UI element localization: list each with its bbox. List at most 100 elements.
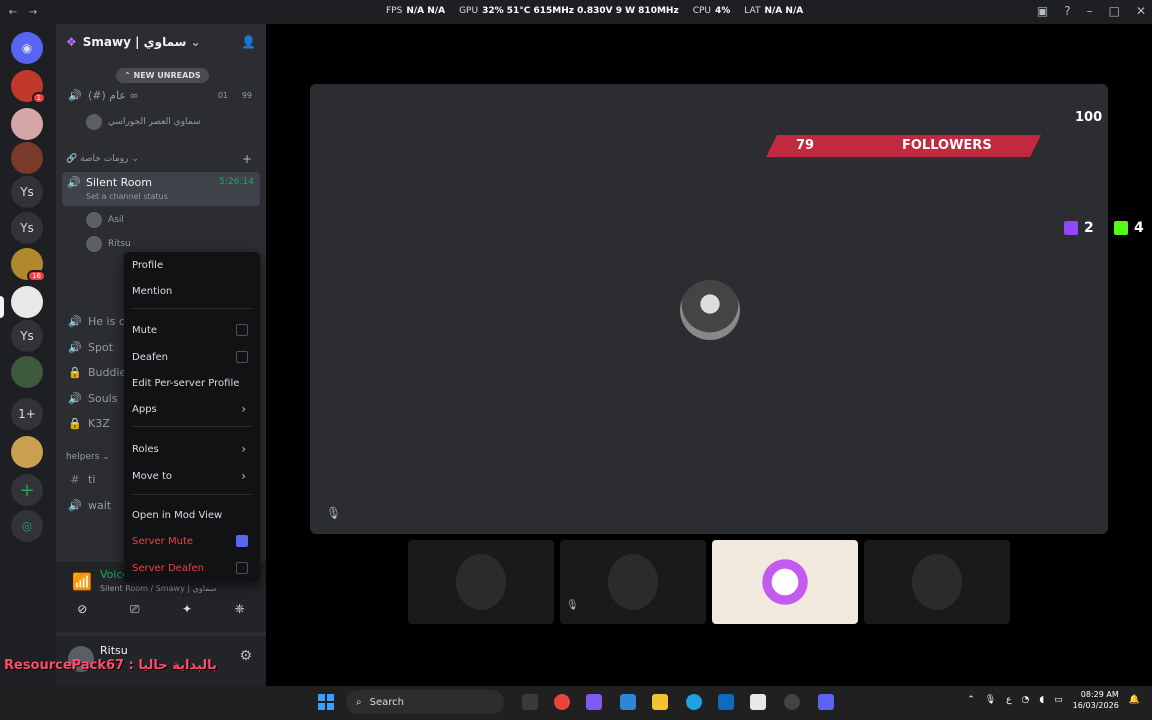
microphone-icon[interactable]: 🎙 (985, 695, 996, 705)
fps-value-2: N/A (427, 6, 446, 16)
avatar (608, 554, 658, 610)
menu-item-server-mute[interactable]: Server Mute (132, 530, 252, 552)
mute-checkbox[interactable] (236, 324, 248, 336)
server-icon-folder[interactable]: 1+ (11, 398, 43, 430)
avatar (680, 280, 740, 340)
help-icon[interactable]: ? (1064, 4, 1070, 18)
server-icon-1[interactable]: 1 (11, 70, 46, 104)
add-channel-icon[interactable]: + (242, 152, 252, 166)
app-icon[interactable] (784, 694, 800, 710)
voice-member-asil[interactable]: Asil (86, 212, 124, 228)
category-private-rooms[interactable]: 🔗 رومات خاصة ⌄ (66, 154, 139, 164)
lat-value-2: N/A (785, 6, 804, 16)
channel-general-voice[interactable]: 🔊 (#) عام ∞ 01 99 (62, 84, 260, 106)
file-explorer-icon[interactable] (652, 694, 668, 710)
hash-icon: # (70, 472, 80, 486)
inbox-icon[interactable]: ▣ (1037, 4, 1048, 18)
menu-item-mod-view[interactable]: Open in Mod View (132, 504, 252, 526)
participant-tile[interactable]: 🎙 (560, 540, 706, 624)
speaker-icon: 🔊 (68, 340, 82, 354)
discord-home-icon[interactable]: ◉ (11, 32, 43, 64)
camera-off-icon[interactable]: ⊘ (77, 602, 87, 617)
channel-silent-room[interactable]: 🔊 Silent Room Set a channel status 5:26:… (62, 172, 260, 206)
menu-item-mute[interactable]: Mute (132, 319, 252, 341)
chrome-icon[interactable] (554, 694, 570, 710)
server-icon-3[interactable] (11, 142, 43, 174)
server-mute-checkbox[interactable] (236, 535, 248, 547)
discover-icon[interactable]: ◎ (11, 510, 43, 542)
avatar (86, 236, 102, 252)
wifi-icon[interactable]: ◔ (1022, 695, 1030, 705)
cpu-value: 4% (715, 6, 731, 16)
menu-item-move-to[interactable]: Move to › (132, 465, 252, 487)
back-arrow-icon[interactable]: ← (6, 7, 20, 18)
signal-icon: 📶 (72, 572, 92, 591)
menu-item-roles[interactable]: Roles › (132, 438, 252, 460)
notifications-icon[interactable]: 🔔 (1129, 695, 1140, 705)
menu-item-apps[interactable]: Apps › (132, 398, 252, 420)
copilot-icon[interactable] (586, 694, 602, 710)
activities-icon[interactable]: ✦ (182, 602, 192, 617)
add-server-icon[interactable]: + (11, 474, 43, 506)
channel-name: (#) عام ∞ (88, 88, 139, 102)
server-header[interactable]: ❖ Smawy | سماوي ⌄ 👤 (56, 24, 266, 60)
add-member-icon[interactable]: 👤 (241, 35, 256, 49)
edge-icon[interactable] (686, 694, 702, 710)
volume-icon[interactable]: ◖ (1039, 695, 1044, 705)
participant-tile-speaking[interactable] (712, 540, 858, 624)
participant-tile[interactable] (408, 540, 554, 624)
channel-status[interactable]: Set a channel status (86, 192, 168, 201)
gear-icon[interactable]: ⚙ (239, 648, 252, 664)
channel-name: Spot (88, 340, 114, 354)
deafen-checkbox[interactable] (236, 351, 248, 363)
screen-share-icon[interactable]: ⎚ (130, 602, 140, 617)
discord-taskbar-icon[interactable] (818, 694, 834, 710)
speaker-icon: 🔊 (68, 88, 82, 102)
language-indicator[interactable]: ع (1006, 695, 1011, 705)
new-unreads-pill[interactable]: ⌃ NEW UNREADS (116, 68, 209, 83)
voice-member-ritsu[interactable]: Ritsu (86, 236, 131, 252)
minimize-icon[interactable]: – (1087, 4, 1093, 18)
server-icon-4[interactable]: 16 (11, 248, 46, 282)
mail-icon[interactable] (718, 694, 734, 710)
menu-item-edit-profile[interactable]: Edit Per-server Profile (132, 372, 252, 394)
clock[interactable]: 08:29 AM 16/03/2026 (1073, 689, 1119, 711)
server-icon-ys-1[interactable]: Ys (11, 176, 43, 208)
search-icon: ⌕ (356, 696, 362, 708)
server-icon-ys-3[interactable]: Ys (11, 320, 43, 352)
store-icon[interactable] (750, 694, 766, 710)
forward-arrow-icon[interactable]: → (26, 7, 40, 18)
battery-icon[interactable]: ▭ (1054, 695, 1063, 705)
speaker-icon: 🔊 (67, 176, 81, 189)
menu-item-deafen[interactable]: Deafen (132, 346, 252, 368)
soundboard-icon[interactable]: ❈ (235, 602, 245, 617)
voice-location[interactable]: Silent Room / Smawy | سماوي (100, 584, 216, 593)
task-view-icon[interactable] (522, 694, 538, 710)
server-icon-smawy[interactable] (11, 286, 43, 318)
avatar (86, 114, 102, 130)
menu-label: Deafen (132, 351, 168, 363)
menu-item-mention[interactable]: Mention (132, 280, 252, 302)
server-deafen-checkbox[interactable] (236, 562, 248, 574)
chevron-up-icon[interactable]: ⌃ (967, 695, 975, 705)
channel-name: Buddie (88, 365, 127, 379)
menu-item-profile[interactable]: Profile (132, 254, 252, 276)
server-icon-ys-2[interactable]: Ys (11, 212, 43, 244)
server-icon-6[interactable] (11, 436, 43, 468)
maximize-icon[interactable]: □ (1109, 4, 1120, 18)
server-icon-5[interactable] (11, 356, 43, 388)
windows-start-icon[interactable] (318, 694, 334, 710)
speaker-icon: 🔊 (68, 391, 82, 405)
taskbar-search[interactable]: ⌕ Search (346, 690, 504, 714)
close-icon[interactable]: ✕ (1136, 4, 1146, 18)
menu-item-server-deafen[interactable]: Server Deafen (132, 557, 252, 579)
avatar (456, 554, 506, 610)
voice-member[interactable]: سماوي العصر الجوراسي (86, 114, 201, 130)
server-icon-2[interactable] (11, 108, 43, 140)
app-icon[interactable] (620, 694, 636, 710)
menu-label: Profile (132, 259, 164, 271)
participant-tile[interactable] (864, 540, 1010, 624)
category-helpers[interactable]: helpers ⌄ (66, 452, 110, 462)
kick-counter: 4 (1114, 220, 1144, 236)
selected-server-pill (0, 296, 4, 318)
